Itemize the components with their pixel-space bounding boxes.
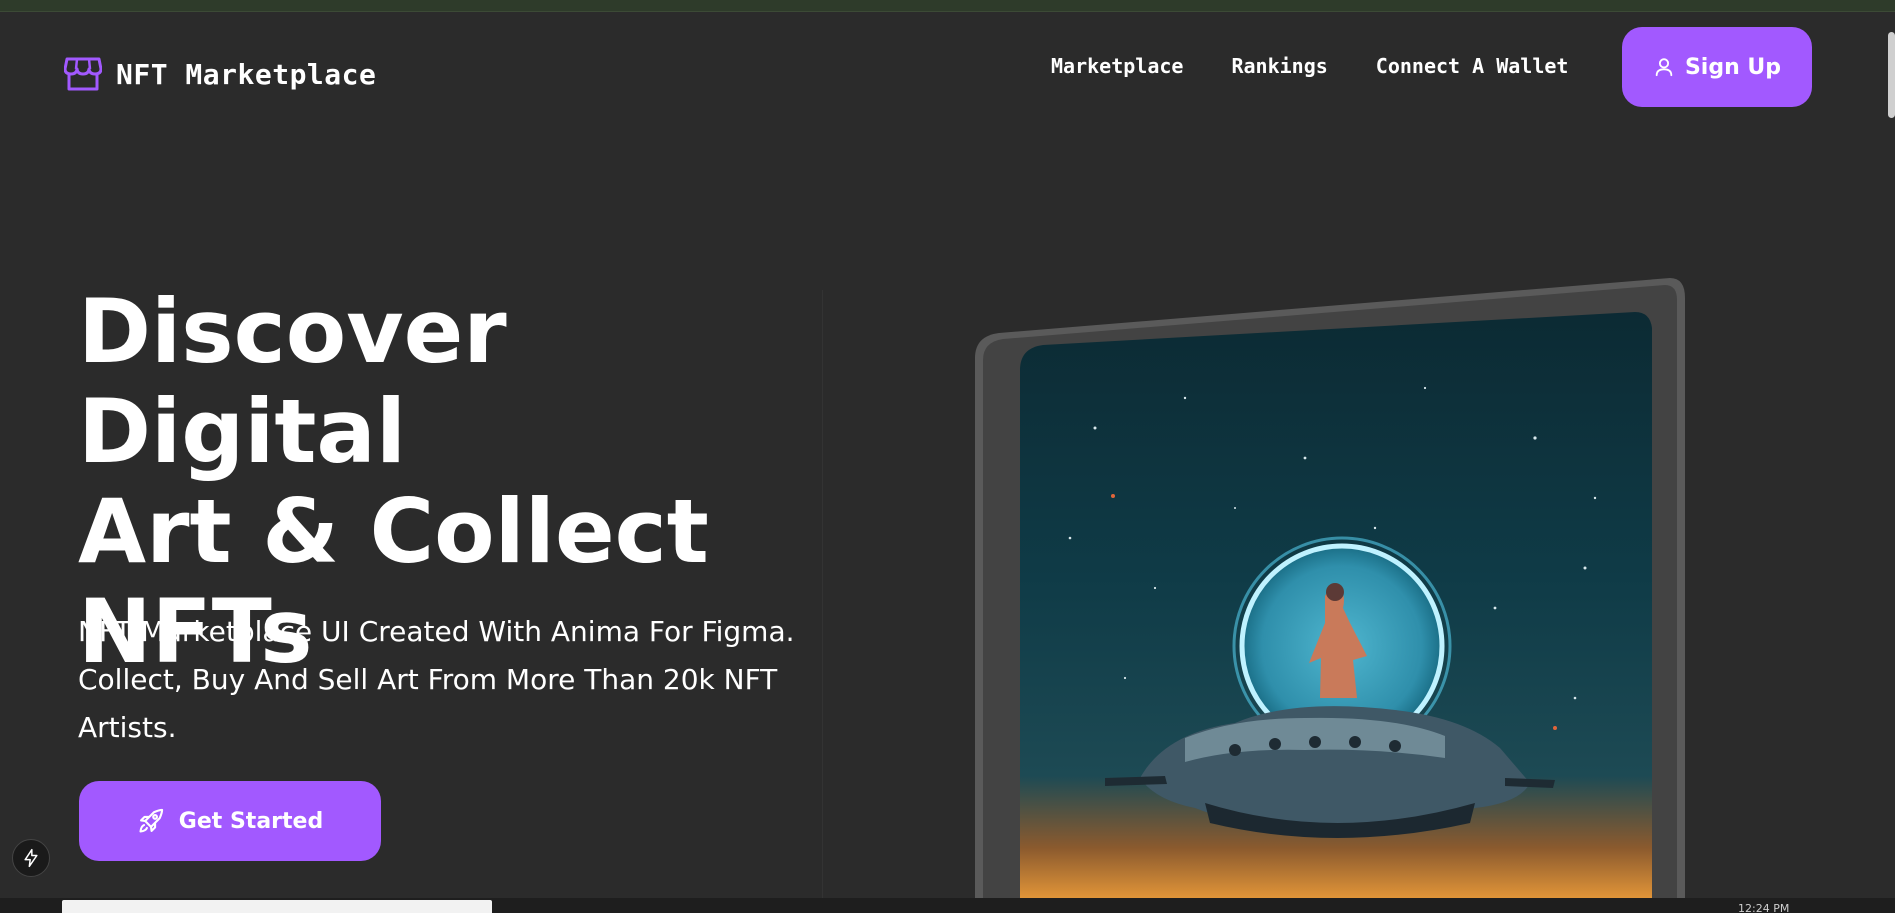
nav-link-rankings[interactable]: Rankings [1231,54,1327,78]
hero-title-line-1: Discover Digital [78,280,507,483]
hero-divider [822,290,823,900]
get-started-label: Get Started [178,808,324,834]
sign-up-button[interactable]: Sign Up [1622,27,1812,107]
storefront-icon [64,57,102,91]
scrollbar-thumb[interactable] [1888,32,1895,118]
get-started-button[interactable]: Get Started [79,781,381,861]
taskbar-window-preview[interactable] [62,900,492,913]
lightning-action-button[interactable] [12,839,50,877]
site-header: NFT Marketplace Marketplace Rankings Con… [0,12,1895,122]
logo[interactable]: NFT Marketplace [64,56,376,92]
hero-title-line-2: Art & Collect [78,480,709,583]
hero-subtitle: NFT Marketplace UI Created With Anima Fo… [78,615,795,744]
nav-link-connect-wallet[interactable]: Connect A Wallet [1376,54,1569,78]
nav-link-marketplace[interactable]: Marketplace [1051,54,1183,78]
lightning-icon [24,848,38,868]
logo-text: NFT Marketplace [116,57,377,91]
user-icon [1655,58,1673,77]
hero-artwork [975,278,1685,898]
sign-up-label: Sign Up [1684,54,1782,80]
taskbar-clock: 12:24 PM [1738,902,1790,913]
rocket-icon [139,808,163,833]
browser-top-strip [0,0,1895,12]
main-nav: Marketplace Rankings Connect A Wallet [1051,54,1568,78]
